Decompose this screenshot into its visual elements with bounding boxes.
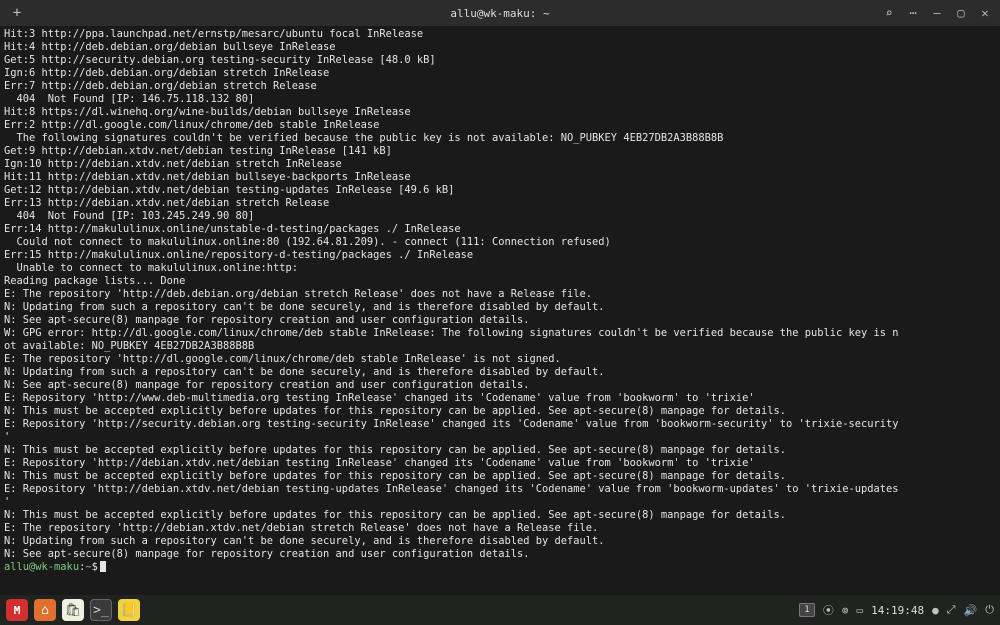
power-icon[interactable]: ⏻ <box>985 603 994 617</box>
volume-icon[interactable]: 🔊 <box>964 604 978 617</box>
search-icon[interactable]: ⌕ <box>882 6 896 20</box>
battery-icon[interactable]: ▭ <box>857 604 864 617</box>
workspace-indicator[interactable]: 1 <box>799 603 815 617</box>
system-tray: 1 ⦿ ⊚ ▭ 14:19:48 ● ⤢ 🔊 ⏻ <box>799 602 994 618</box>
cursor <box>100 561 106 572</box>
notes-app-icon[interactable]: 📒 <box>118 599 140 621</box>
mega-app-icon[interactable]: M <box>6 599 28 621</box>
terminal-app-icon[interactable]: >_ <box>90 599 112 621</box>
window-title: allu@wk-maku: ~ <box>450 7 549 20</box>
window-controls: ⌕ ⋯ — ▢ ✕ <box>882 6 992 20</box>
taskbar: M ⌂ 🛍 >_ 📒 1 ⦿ ⊚ ▭ 14:19:48 ● ⤢ 🔊 ⏻ <box>0 595 1000 625</box>
close-button[interactable]: ✕ <box>978 6 992 20</box>
minimize-button[interactable]: — <box>930 6 944 20</box>
network-icon[interactable]: ⊚ <box>842 604 849 617</box>
prompt: allu@wk-maku:~$ <box>4 561 996 574</box>
maximize-button[interactable]: ▢ <box>954 6 968 20</box>
record-icon[interactable]: ● <box>932 604 939 617</box>
terminal-window: + allu@wk-maku: ~ ⌕ ⋯ — ▢ ✕ Hit:3 http:/… <box>0 0 1000 595</box>
menu-icon[interactable]: ⋯ <box>906 6 920 20</box>
prompt-dollar: $ <box>92 561 98 574</box>
clock[interactable]: 14:19:48 <box>871 604 924 617</box>
terminal-body[interactable]: Hit:3 http://ppa.launchpad.net/ernstp/me… <box>0 26 1000 595</box>
expand-icon[interactable]: ⤢ <box>947 603 956 617</box>
software-app-icon[interactable]: 🛍 <box>62 599 84 621</box>
accessibility-icon[interactable]: ⦿ <box>823 602 834 618</box>
new-tab-button[interactable]: + <box>8 4 26 22</box>
titlebar: + allu@wk-maku: ~ ⌕ ⋯ — ▢ ✕ <box>0 0 1000 26</box>
prompt-user: allu@wk-maku <box>4 561 79 574</box>
home-app-icon[interactable]: ⌂ <box>34 599 56 621</box>
